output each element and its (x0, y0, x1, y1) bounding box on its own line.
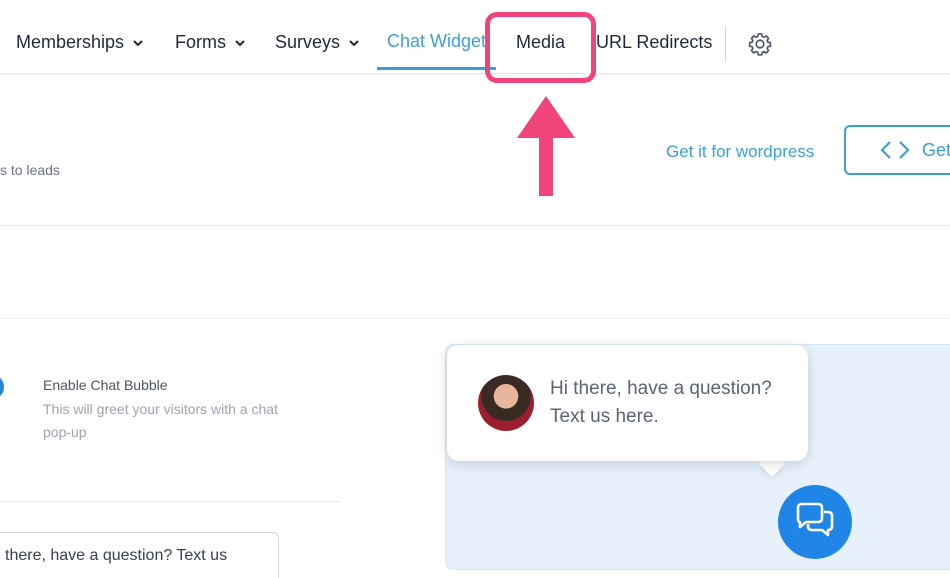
chat-bubbles-icon (796, 502, 834, 537)
nav-label: URL Redirects (596, 32, 713, 52)
nav-divider (725, 26, 726, 62)
nav-item-url-redirects[interactable]: URL Redirects (596, 32, 712, 53)
nav-item-chat-widget[interactable]: Chat Widget (387, 31, 486, 52)
nav-label: Surveys (275, 32, 341, 52)
nav-label: Forms (175, 32, 226, 52)
get-code-button[interactable]: Get (844, 125, 950, 175)
chevron-down-icon (133, 39, 143, 46)
chat-bubble-description: This will greet your visitors with a cha… (43, 401, 278, 440)
active-tab-indicator (377, 67, 496, 70)
nav-item-memberships[interactable]: Memberships (16, 32, 144, 53)
gear-icon[interactable] (747, 31, 773, 57)
chat-bubble-toggle[interactable] (0, 376, 4, 398)
nav-label: Memberships (16, 32, 125, 52)
chat-bubble-title: Enable Chat Bubble (43, 377, 168, 393)
avatar (478, 375, 534, 431)
wordpress-link[interactable]: Get it for wordpress (666, 142, 814, 162)
top-navigation: Memberships Forms Surveys Chat Widget Me… (0, 0, 950, 74)
arrow-up-icon (517, 96, 575, 196)
chat-greeting-text: Hi there, have a question? Text us here. (550, 378, 772, 427)
greeting-message-input[interactable]: there, have a question? Text us (0, 532, 279, 578)
chevron-down-icon (349, 39, 359, 46)
chat-launcher-button[interactable] (778, 485, 852, 559)
nav-item-forms[interactable]: Forms (175, 32, 246, 53)
nav-label: Chat Widget (387, 31, 487, 51)
chevron-down-icon (235, 39, 245, 46)
section-divider (0, 225, 950, 226)
section-divider (0, 318, 950, 319)
page-description: s to leads (0, 162, 60, 178)
nav-item-surveys[interactable]: Surveys (275, 32, 360, 53)
media-highlight-box (485, 12, 596, 83)
get-code-label: Get (922, 139, 950, 160)
code-icon (880, 141, 910, 159)
settings-divider (0, 501, 340, 502)
